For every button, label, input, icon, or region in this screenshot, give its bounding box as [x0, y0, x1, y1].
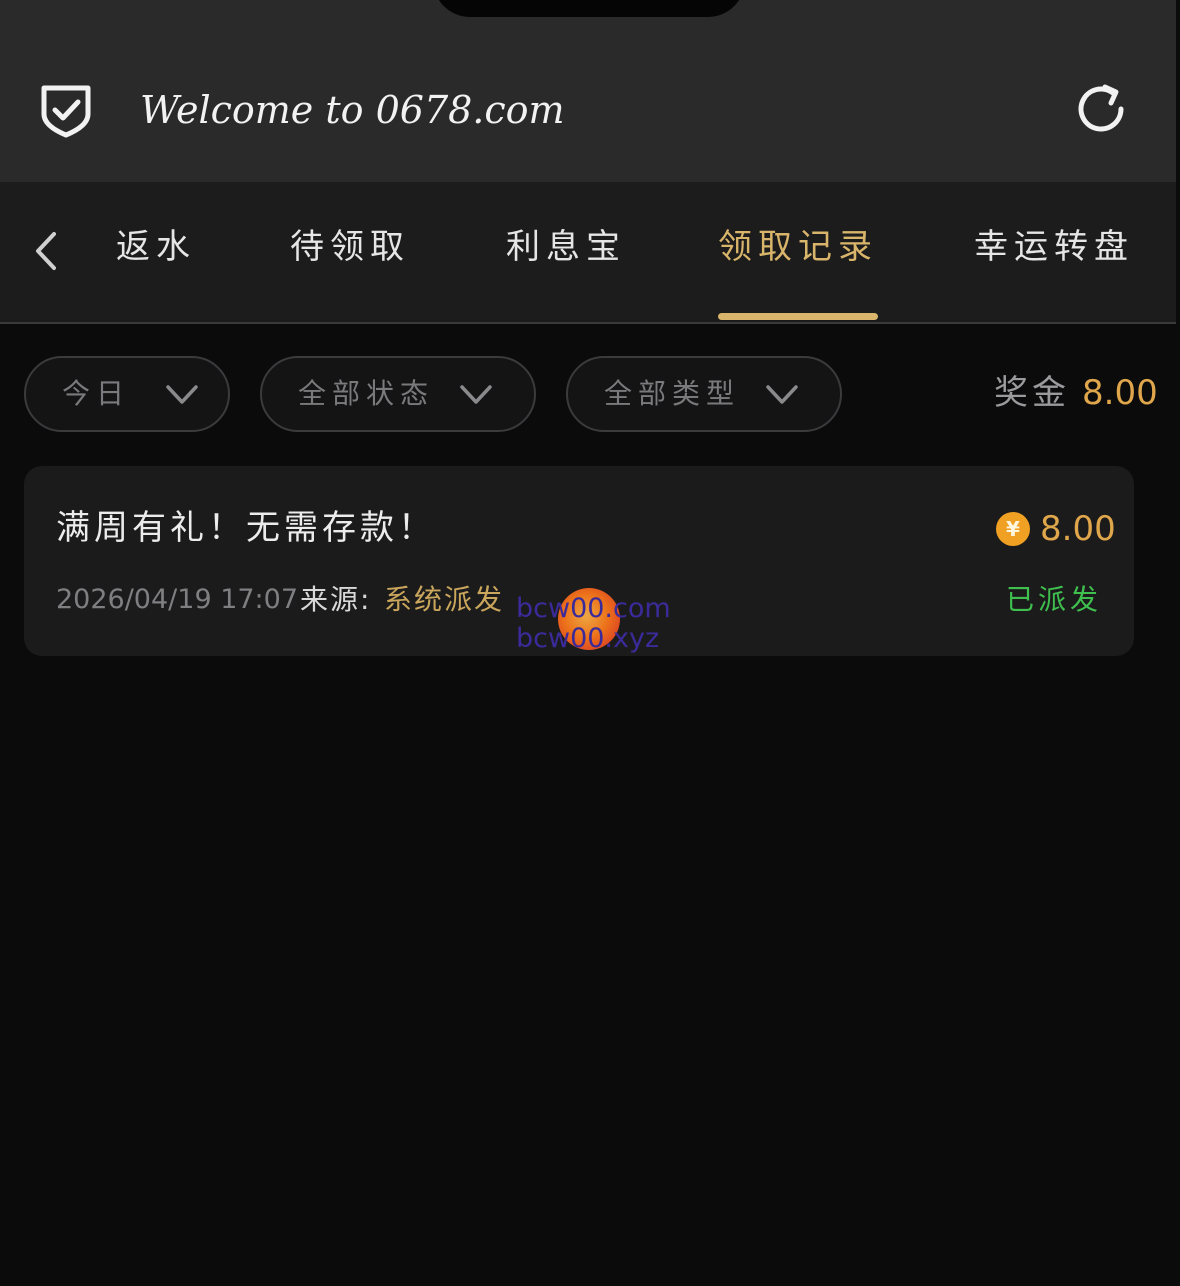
chevron-down-icon [166, 385, 198, 404]
watermark-line-1: bcw00.com [516, 593, 671, 624]
watermark-line-2: bcw00.xyz [516, 623, 660, 654]
record-status: 已派发 [1006, 583, 1103, 616]
chevron-down-icon [460, 385, 492, 404]
date-filter-dropdown[interactable]: 今日 [24, 356, 230, 432]
status-filter-label: 全部状态 [298, 377, 435, 410]
type-filter-label: 全部类型 [604, 377, 741, 410]
record-datetime: 2026/04/19 17:07 [56, 584, 299, 615]
refresh-icon[interactable] [1072, 80, 1130, 138]
tab-bar: 返水 待领取 利息宝 领取记录 幸运转盘 [0, 182, 1176, 324]
bonus-label: 奖金 [994, 373, 1070, 413]
date-filter-label: 今日 [62, 377, 131, 410]
record-title: 满周有礼！无需存款！ [56, 508, 436, 548]
record-source-label: 来源: [300, 583, 372, 616]
chevron-down-icon [766, 385, 798, 404]
tab-lingqu-jilu[interactable]: 领取记录 [718, 222, 878, 272]
type-filter-dropdown[interactable]: 全部类型 [566, 356, 842, 432]
shield-check-icon[interactable] [36, 80, 96, 140]
top-bar: Welcome to 0678.com [0, 0, 1176, 182]
yuan-coin-icon: ¥ [996, 512, 1030, 546]
device-notch [433, 0, 745, 17]
status-filter-dropdown[interactable]: 全部状态 [260, 356, 536, 432]
chevron-left-icon[interactable] [30, 228, 60, 274]
record-source-value: 系统派发 [384, 583, 505, 616]
bonus-total: 8.00 [1082, 373, 1158, 413]
watermark: bcw00.com bcw00.xyz [516, 586, 686, 656]
record-amount: 8.00 [1040, 509, 1116, 549]
tab-xingyun-zhuanpan[interactable]: 幸运转盘 [974, 222, 1134, 272]
active-tab-indicator [718, 313, 878, 320]
tab-lixibao[interactable]: 利息宝 [506, 222, 626, 272]
page-title: Welcome to 0678.com [140, 88, 565, 132]
tab-daillingqu[interactable]: 待领取 [290, 222, 410, 272]
tab-fanshui[interactable]: 返水 [116, 222, 196, 272]
